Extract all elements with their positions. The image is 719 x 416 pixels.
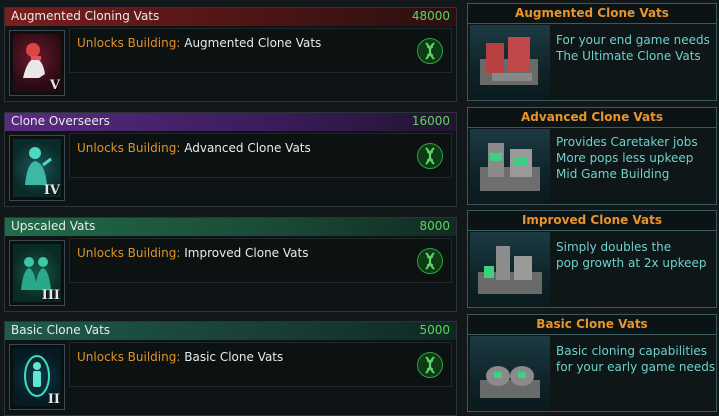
unlock-panel: Unlocks Building: Improved Clone Vats <box>69 238 452 283</box>
unlock-target: Improved Clone Vats <box>184 246 309 260</box>
tech-item-basic-clone-vats[interactable]: Basic Clone Vats 5000 II Unlocks Buildin… <box>4 321 457 416</box>
card-title: Improved Clone Vats <box>468 211 716 231</box>
tech-cost: 48000 <box>411 9 450 23</box>
card-title: Advanced Clone Vats <box>468 108 716 128</box>
card-title: Augmented Clone Vats <box>468 4 716 24</box>
card-description: Simply doubles the pop growth at 2x upke… <box>556 239 710 271</box>
card-title: Basic Clone Vats <box>468 315 716 335</box>
card-desc-line: pop growth at 2x upkeep <box>556 256 707 270</box>
card-desc-line: for your early game needs <box>556 360 716 374</box>
card-desc-line: Simply doubles the <box>556 240 672 254</box>
tech-icon-box: IV <box>9 135 65 201</box>
basic-vat-building-icon <box>470 336 550 410</box>
card-description: Provides Caretaker jobs More pops less u… <box>556 134 710 182</box>
card-desc-line: The Ultimate Clone Vats <box>556 49 701 63</box>
tech-item-upscaled-vats[interactable]: Upscaled Vats 8000 III Unlocks Building:… <box>4 217 457 312</box>
tech-cost: 5000 <box>419 323 450 337</box>
tech-icon-box: III <box>9 240 65 306</box>
unlock-label: Unlocks Building: Improved Clone Vats <box>77 246 308 260</box>
unlock-panel: Unlocks Building: Augmented Clone Vats <box>69 28 452 73</box>
augmented-vat-building-icon <box>470 25 550 99</box>
unlock-panel: Unlocks Building: Advanced Clone Vats <box>69 133 452 178</box>
tech-item-clone-overseers[interactable]: Clone Overseers 16000 IV Unlocks Buildin… <box>4 112 457 207</box>
tech-title: Upscaled Vats <box>11 219 96 233</box>
improved-vat-building-icon <box>470 232 550 306</box>
unlock-panel: Unlocks Building: Basic Clone Vats <box>69 342 452 387</box>
tech-icon-box: V <box>9 30 65 96</box>
building-card-advanced: Advanced Clone Vats Provides Caretaker j… <box>467 107 717 205</box>
unlock-prefix: Unlocks Building: <box>77 141 181 155</box>
card-desc-line: More pops less upkeep <box>556 151 694 165</box>
card-desc-line: Provides Caretaker jobs <box>556 135 698 149</box>
tech-header: Clone Overseers 16000 <box>5 113 456 131</box>
unlock-prefix: Unlocks Building: <box>77 36 181 50</box>
tech-icon-box: II <box>9 344 65 410</box>
building-card-improved: Improved Clone Vats Simply doubles the p… <box>467 210 717 308</box>
unlock-prefix: Unlocks Building: <box>77 350 181 364</box>
card-description: Basic cloning capabilities for your earl… <box>556 343 716 375</box>
advanced-vat-building-icon <box>470 129 550 203</box>
dna-icon[interactable] <box>417 38 443 64</box>
tech-header: Upscaled Vats 8000 <box>5 218 456 236</box>
tier-numeral: III <box>41 288 60 303</box>
tech-header: Basic Clone Vats 5000 <box>5 322 456 340</box>
card-desc-line: Mid Game Building <box>556 167 670 181</box>
tech-cost: 8000 <box>419 219 450 233</box>
dna-icon[interactable] <box>417 248 443 274</box>
unlock-target: Advanced Clone Vats <box>184 141 311 155</box>
tech-header: Augmented Cloning Vats 48000 <box>5 8 456 26</box>
tech-cost: 16000 <box>411 114 450 128</box>
tech-title: Clone Overseers <box>11 114 110 128</box>
tech-title: Augmented Cloning Vats <box>11 9 160 23</box>
unlock-label: Unlocks Building: Advanced Clone Vats <box>77 141 311 155</box>
building-card-basic: Basic Clone Vats Basic cloning capabilit… <box>467 314 717 412</box>
card-description: For your end game needs The Ultimate Clo… <box>556 32 710 64</box>
tech-item-augmented-cloning-vats[interactable]: Augmented Cloning Vats 48000 V Unlocks B… <box>4 7 457 102</box>
building-card-augmented: Augmented Clone Vats For your end game n… <box>467 3 717 101</box>
unlock-label: Unlocks Building: Basic Clone Vats <box>77 350 283 364</box>
tech-title: Basic Clone Vats <box>11 323 111 337</box>
unlock-target: Augmented Clone Vats <box>184 36 322 50</box>
dna-icon[interactable] <box>417 143 443 169</box>
unlock-label: Unlocks Building: Augmented Clone Vats <box>77 36 321 50</box>
tier-numeral: V <box>49 78 60 93</box>
card-desc-line: For your end game needs <box>556 33 710 47</box>
dna-icon[interactable] <box>417 352 443 378</box>
unlock-prefix: Unlocks Building: <box>77 246 181 260</box>
tier-numeral: II <box>47 392 60 407</box>
tier-numeral: IV <box>43 183 60 198</box>
unlock-target: Basic Clone Vats <box>184 350 284 364</box>
card-desc-line: Basic cloning capabilities <box>556 344 708 358</box>
